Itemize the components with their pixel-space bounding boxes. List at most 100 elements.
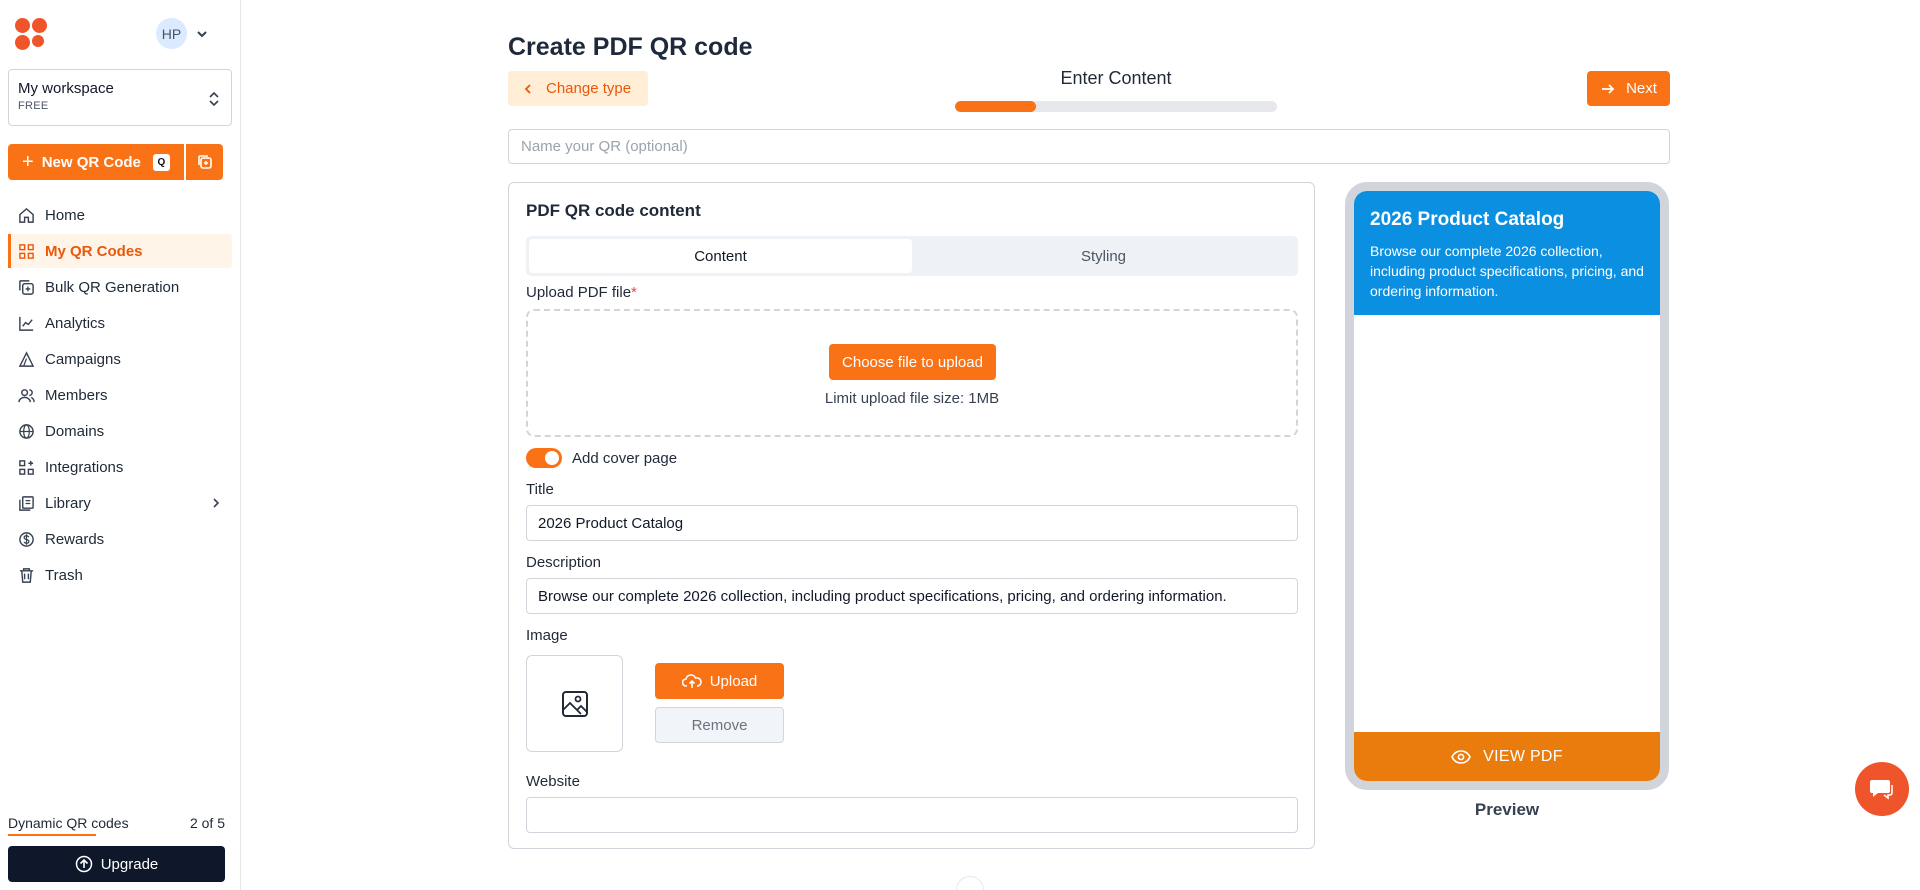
preview-caption: Preview [1474, 800, 1540, 819]
pdf-dropzone[interactable]: Choose file to upload Limit upload file … [526, 309, 1298, 437]
sidebar-item-rewards[interactable]: Rewards [8, 522, 232, 556]
arrow-up-circle-icon [75, 855, 92, 873]
next-button[interactable]: Next [1587, 71, 1670, 106]
chat-widget-button[interactable] [1855, 762, 1909, 816]
phone-preview: 2026 Product Catalog Browse our complete… [1345, 182, 1669, 790]
sidebar-item-bulk-qr-generation[interactable]: Bulk QR Generation [8, 270, 232, 304]
app: HP My workspace FREE + New QR Code Q Hom… [0, 0, 1920, 890]
copy-icon [197, 155, 212, 169]
sidebar-item-label: Campaigns [45, 350, 121, 368]
analytics-icon [19, 316, 34, 331]
description-field[interactable]: Browse our complete 2026 collection, inc… [526, 578, 1298, 614]
content-tabs: Content Styling [526, 236, 1298, 276]
cloud-upload-icon [681, 674, 702, 688]
sidebar-item-trash[interactable]: Trash [8, 558, 232, 592]
floating-devtools-icon[interactable] [956, 876, 984, 890]
image-icon [561, 690, 588, 717]
avatar[interactable]: HP [156, 18, 187, 49]
chevron-right-icon [213, 498, 220, 508]
card-title: PDF QR code content [526, 201, 701, 220]
sidebar-item-integrations[interactable]: Integrations [8, 450, 232, 484]
members-icon [18, 388, 35, 402]
sidebar-item-library[interactable]: Library [8, 486, 232, 520]
usage-label: Dynamic QR codes [8, 815, 129, 831]
step-progress [955, 101, 1277, 112]
new-qr-code-button[interactable]: + New QR Code Q [8, 144, 184, 180]
integrations-icon [19, 459, 34, 475]
tab-content[interactable]: Content [529, 239, 912, 273]
library-icon [19, 495, 34, 511]
upgrade-button[interactable]: Upgrade [8, 846, 225, 882]
qr-usage: Dynamic QR codes 2 of 5 [8, 815, 225, 831]
choose-file-button[interactable]: Choose file to upload [829, 344, 996, 380]
account-menu[interactable]: HP [156, 18, 209, 49]
upload-limit-text: Limit upload file size: 1MB [824, 390, 1000, 407]
plus-icon: + [22, 151, 34, 173]
remove-image-button[interactable]: Remove [655, 707, 784, 743]
cover-page-row: Add cover page [526, 448, 677, 468]
globe-icon [19, 423, 34, 439]
title-label: Title [526, 481, 554, 498]
sidebar-item-label: Home [45, 206, 86, 224]
workspace-name: My workspace [18, 80, 114, 97]
sidebar-item-label: Analytics [45, 314, 106, 332]
workspace-switcher[interactable]: My workspace FREE [8, 69, 232, 126]
cover-page-label: Add cover page [572, 449, 678, 467]
usage-value: 2 of 5 [189, 815, 225, 831]
chevron-down-icon [197, 30, 207, 37]
preview-description: Browse our complete 2026 collection, inc… [1370, 243, 1644, 299]
bulk-icon [19, 279, 34, 295]
chevron-left-icon [524, 83, 531, 94]
page-title: Create PDF QR code [508, 33, 753, 61]
view-pdf-label: VIEW PDF [1483, 747, 1563, 765]
sidebar-item-campaigns[interactable]: Campaigns [8, 342, 232, 376]
upload-pdf-label: Upload PDF file* [526, 284, 637, 301]
chevron-updown-icon [209, 91, 219, 107]
sidebar-item-label: My QR Codes [45, 242, 143, 260]
upgrade-label: Upgrade [100, 855, 159, 873]
sidebar-item-label: Domains [45, 422, 105, 440]
brand-logo[interactable] [15, 18, 49, 52]
qr-grid-icon [19, 243, 34, 259]
tab-styling[interactable]: Styling [912, 239, 1295, 273]
sidebar-item-analytics[interactable]: Analytics [8, 306, 232, 340]
sidebar-item-label: Library [45, 494, 91, 512]
description-label: Description [526, 554, 602, 571]
trash-icon [19, 567, 34, 583]
duplicate-qr-button[interactable] [186, 144, 223, 180]
upload-image-button[interactable]: Upload [655, 663, 784, 699]
sidebar: HP My workspace FREE + New QR Code Q Hom… [0, 0, 241, 890]
preview-header: 2026 Product Catalog Browse our complete… [1354, 191, 1660, 315]
home-icon [19, 207, 34, 223]
upload-pdf-label-text: Upload PDF file [526, 284, 632, 301]
preview-title: 2026 Product Catalog [1370, 209, 1565, 230]
sidebar-item-home[interactable]: Home [8, 198, 232, 232]
next-label: Next [1626, 80, 1657, 97]
workspace-plan: FREE [18, 100, 49, 112]
sidebar-item-label: Integrations [45, 458, 124, 476]
sidebar-nav: Home My QR Codes Bulk QR Generation Anal… [8, 198, 232, 594]
sidebar-item-my-qr-codes[interactable]: My QR Codes [8, 234, 232, 268]
change-type-button[interactable]: Change type [508, 71, 648, 106]
chat-icon [1870, 780, 1893, 800]
campaign-icon [18, 350, 35, 367]
new-qr-label: New QR Code [41, 153, 141, 171]
website-field[interactable] [526, 797, 1298, 833]
sidebar-item-label: Members [45, 386, 108, 404]
eye-icon [1451, 749, 1472, 764]
required-mark: * [631, 284, 637, 301]
step-label: Enter Content [1060, 68, 1172, 88]
cover-page-toggle[interactable] [526, 448, 562, 468]
sidebar-item-label: Rewards [45, 530, 105, 548]
sidebar-item-domains[interactable]: Domains [8, 414, 232, 448]
view-pdf-button[interactable]: VIEW PDF [1354, 732, 1660, 781]
image-preview[interactable] [526, 655, 623, 752]
step-progress-fill [955, 101, 1036, 112]
qr-name-input[interactable] [508, 129, 1670, 164]
sidebar-item-label: Trash [45, 566, 83, 584]
usage-progress-bar [8, 834, 96, 836]
upload-label: Upload [709, 672, 758, 690]
title-field[interactable]: 2026 Product Catalog [526, 505, 1298, 541]
arrow-right-icon [1602, 83, 1615, 94]
sidebar-item-members[interactable]: Members [8, 378, 232, 412]
